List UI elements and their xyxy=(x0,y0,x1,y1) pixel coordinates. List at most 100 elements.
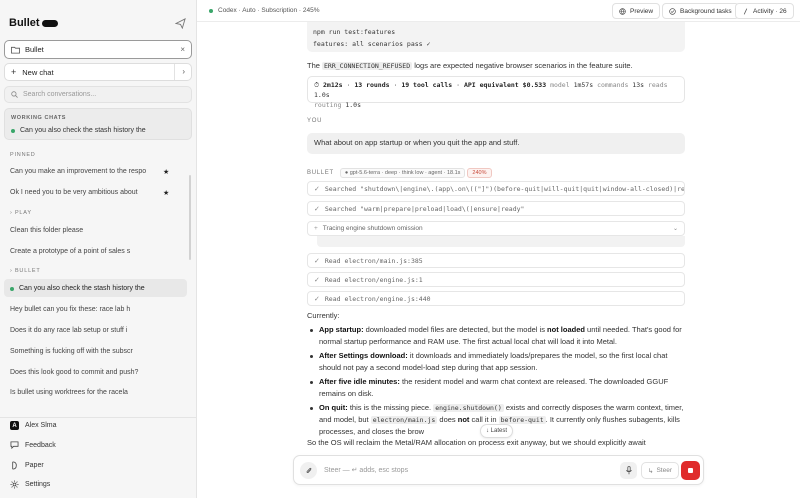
chat-item[interactable]: Create a prototype of a point of sales s xyxy=(10,248,130,255)
stat-tool-calls: 19 tool calls xyxy=(401,81,453,89)
chat-item[interactable]: Clean this folder please xyxy=(10,227,83,234)
composer-input[interactable]: Steer — ↵ adds, esc stops xyxy=(324,466,408,474)
pinned-chat-item[interactable]: Can you make an improvement to the respo xyxy=(10,168,146,175)
text: logs are expected negative browser scena… xyxy=(412,61,633,70)
star-icon[interactable]: ★ xyxy=(163,189,169,197)
stat-duration: 2m12s xyxy=(323,81,343,89)
stat-commands-time: 13s xyxy=(632,81,645,89)
tool-call-row[interactable]: ✓ Read electron/engine.js:1 xyxy=(307,272,685,287)
search-input[interactable]: Search conversations... xyxy=(4,86,192,103)
assistant-label: BULLET xyxy=(307,170,334,176)
chevron-down-icon[interactable]: ⌄ xyxy=(673,225,678,232)
avatar: A xyxy=(10,421,19,430)
feedback-label: Feedback xyxy=(25,441,56,449)
brand-logo: Bullet xyxy=(9,17,58,29)
section-pinned: PINNED xyxy=(10,152,36,158)
new-chat-label: New chat xyxy=(22,67,54,77)
stat-rounds: 13 rounds xyxy=(354,81,390,89)
star-icon[interactable]: ★ xyxy=(163,168,169,176)
globe-icon xyxy=(619,7,626,15)
activity-button[interactable]: Activity · 26 xyxy=(735,3,794,19)
scroll-to-latest-button[interactable]: ↓ Latest xyxy=(480,424,514,438)
emphasis: not loaded xyxy=(547,325,585,334)
background-tasks-button[interactable]: Background tasks xyxy=(662,3,739,19)
steer-button[interactable]: ↳ Steer xyxy=(641,462,679,479)
activity-icon xyxy=(743,7,748,15)
check-icon: ✓ xyxy=(314,204,320,213)
stat-routing-label: routing xyxy=(314,101,342,109)
list-item: After five idle minutes: the resident mo… xyxy=(307,376,687,400)
brand-mark xyxy=(41,19,58,27)
top-bar: Codex · Auto · Subscription · 245% Previ… xyxy=(197,0,800,22)
inline-code: before-quit xyxy=(498,416,546,424)
project-selector[interactable]: Bullet × xyxy=(4,40,192,59)
list-item-title: After five idle minutes: xyxy=(319,377,400,386)
steer-label: Steer xyxy=(656,467,672,474)
return-icon: ↳ xyxy=(648,467,654,475)
list-item: App startup: downloaded model files are … xyxy=(307,324,687,348)
model-chip[interactable]: ● gpt-5.6-terra · deep · think low · age… xyxy=(339,168,466,178)
inline-code: electron/main.js xyxy=(370,416,438,424)
text: The xyxy=(307,61,323,70)
close-icon[interactable]: × xyxy=(180,45,185,54)
microphone-button[interactable] xyxy=(620,462,637,479)
tool-call-row[interactable]: ✓ Read electron/main.js:385 xyxy=(307,253,685,268)
tasks-icon xyxy=(669,7,676,15)
sidebar: Bullet Bullet × + New chat › Search conv… xyxy=(0,0,197,498)
new-chat-button[interactable]: + New chat › xyxy=(4,63,192,81)
tool-call-row[interactable]: ✓ Searched "warm|prepare|preload|load\(|e… xyxy=(307,201,685,216)
user-profile[interactable]: A Alex Slma xyxy=(10,421,57,430)
check-icon: ✓ xyxy=(314,184,320,193)
preview-label: Preview xyxy=(630,7,654,15)
attach-button[interactable] xyxy=(300,462,317,479)
assistant-message: The ERR_CONNECTION_REFUSED logs are expe… xyxy=(307,60,687,72)
chat-item[interactable]: Something is fucking off with the subscr xyxy=(10,348,133,355)
tool-call-label: Read electron/engine.js:1 xyxy=(324,275,423,284)
text: this is the missing piece. xyxy=(347,403,434,412)
chat-item-active[interactable]: Can you also check the stash history the xyxy=(10,285,145,292)
activity-label: Activity · 26 xyxy=(753,7,787,15)
background-tasks-label: Background tasks xyxy=(680,7,732,15)
stop-button[interactable] xyxy=(681,461,700,480)
plus-icon: + xyxy=(314,225,318,232)
chat-item[interactable]: Does this look good to commit and push? xyxy=(10,369,138,376)
check-icon: ✓ xyxy=(314,256,320,265)
paper-button[interactable]: Paper xyxy=(10,461,44,470)
status-dot xyxy=(10,286,14,291)
sidebar-scrollbar[interactable] xyxy=(189,175,191,260)
section-play-label: PLAY xyxy=(14,210,32,216)
section-bullet[interactable]: › BULLET xyxy=(10,268,41,274)
chat-thread: npm run test:features features: all scen… xyxy=(197,22,800,498)
chat-item[interactable]: Hey bullet can you fix these: race lab h xyxy=(10,306,130,313)
footer-divider xyxy=(0,417,196,418)
inline-code: engine.shutdown() xyxy=(433,404,504,412)
working-chat-item[interactable]: Can you also check the stash history the xyxy=(11,127,146,134)
currently-heading: Currently: xyxy=(307,311,340,320)
tool-call-label: Searched "warm|prepare|preload|load\(|en… xyxy=(324,204,525,213)
status-dot xyxy=(11,128,15,133)
chat-item[interactable]: Does it do any race lab setup or stuff i xyxy=(10,327,127,334)
feedback-button[interactable]: Feedback xyxy=(10,441,56,449)
search-placeholder: Search conversations... xyxy=(23,91,97,98)
section-bullet-label: BULLET xyxy=(14,268,41,274)
plus-icon: + xyxy=(11,67,17,77)
text: call it in xyxy=(469,415,499,424)
tool-call-row-expandable[interactable]: + Tracing engine shutdown omission ⌄ xyxy=(307,221,685,236)
send-icon[interactable] xyxy=(175,18,186,29)
tool-call-row[interactable]: ✓ Searched "shutdown\|engine\.(app\.on\((… xyxy=(307,181,685,196)
user-name: Alex Slma xyxy=(25,422,57,429)
list-item: After Settings download: it downloads an… xyxy=(307,350,687,374)
chevron-right-icon[interactable]: › xyxy=(182,67,185,76)
tool-call-row[interactable]: ✓ Read electron/engine.js:440 xyxy=(307,291,685,306)
working-chats-title: WORKING CHATS xyxy=(11,115,67,121)
stat-reads-time: 1.0s xyxy=(314,91,330,99)
composer: Steer — ↵ adds, esc stops ↳ Steer xyxy=(293,455,704,485)
chat-item[interactable]: Is bullet using worktrees for the racela xyxy=(10,389,128,396)
divider xyxy=(174,64,175,80)
folder-icon xyxy=(11,46,20,54)
preview-button[interactable]: Preview xyxy=(612,3,661,19)
stat-model-time: 1m57s xyxy=(573,81,594,89)
settings-button[interactable]: Settings xyxy=(10,480,50,489)
section-play[interactable]: › PLAY xyxy=(10,210,32,216)
pinned-chat-item[interactable]: Ok I need you to be very ambitious about xyxy=(10,189,138,196)
